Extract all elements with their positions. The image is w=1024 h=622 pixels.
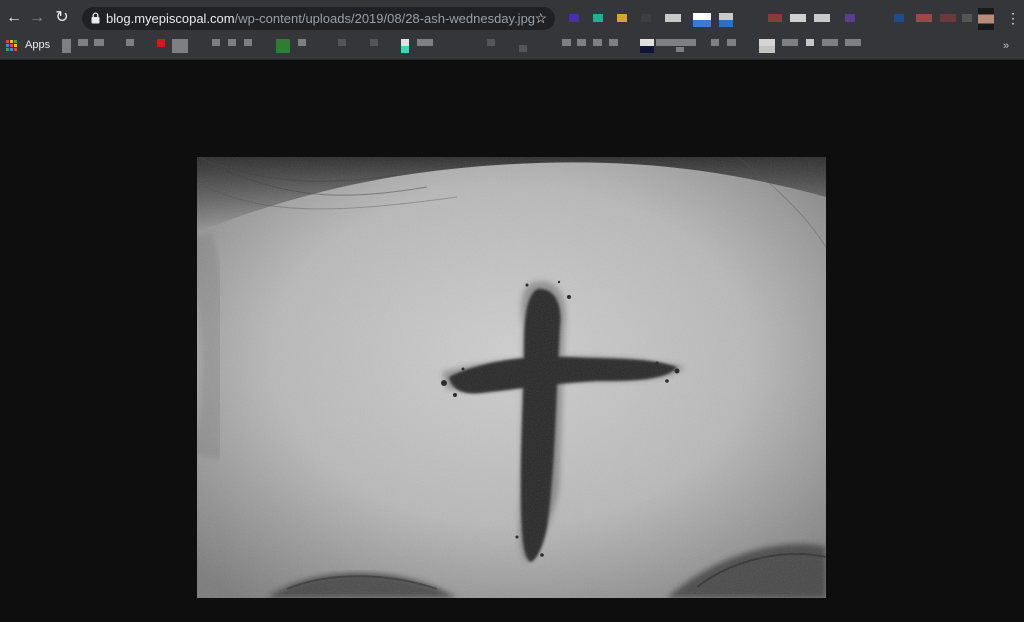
bookmarks-overflow-icon[interactable]: » <box>1003 40 1009 52</box>
extension-icon[interactable] <box>768 14 782 22</box>
extension-icon[interactable] <box>693 13 711 27</box>
bookmark-item[interactable] <box>822 39 838 46</box>
bookmark-item[interactable] <box>401 39 409 53</box>
bookmark-item[interactable] <box>806 39 814 46</box>
bookmark-item[interactable] <box>640 39 654 53</box>
bookmark-item[interactable] <box>276 39 290 53</box>
extension-icon[interactable] <box>940 14 956 22</box>
extension-icon[interactable] <box>894 14 904 22</box>
address-bar[interactable]: blog.myepiscopal.com/wp-content/uploads/… <box>82 7 555 30</box>
bookmark-item[interactable] <box>676 47 684 52</box>
extension-icon[interactable] <box>617 14 627 22</box>
bookmark-item[interactable] <box>711 39 719 46</box>
extension-icon[interactable] <box>814 14 830 22</box>
extension-icon[interactable] <box>916 14 932 22</box>
extension-icon[interactable] <box>665 14 681 22</box>
browser-toolbar: ← → ↻ blog.myepiscopal.com/wp-content/up… <box>0 0 1024 35</box>
bookmark-item[interactable] <box>298 39 306 46</box>
bookmark-item[interactable] <box>519 45 527 52</box>
extension-icon[interactable] <box>593 14 603 22</box>
bookmark-item[interactable] <box>845 39 861 46</box>
bookmark-item[interactable] <box>417 39 433 46</box>
url-path: /wp-content/uploads/2019/08/28-ash-wedne… <box>234 11 536 26</box>
bookmark-item[interactable] <box>593 39 602 46</box>
apps-grid-icon <box>6 39 17 51</box>
extension-icon[interactable] <box>790 14 806 22</box>
url-text[interactable]: blog.myepiscopal.com/wp-content/uploads/… <box>106 11 535 26</box>
bookmark-star-icon[interactable]: ☆ <box>534 10 547 27</box>
extension-icon[interactable] <box>845 14 855 22</box>
bookmark-item[interactable] <box>782 39 798 46</box>
bookmark-item[interactable] <box>759 39 775 53</box>
bookmark-item[interactable] <box>62 39 71 53</box>
bookmark-item[interactable] <box>370 39 378 46</box>
bookmark-item[interactable] <box>338 39 346 46</box>
bookmark-item[interactable] <box>609 39 618 46</box>
bookmark-item[interactable] <box>577 39 586 46</box>
profile-avatar-icon[interactable] <box>978 8 994 30</box>
apps-shortcut[interactable]: Apps <box>6 39 50 51</box>
bookmark-item[interactable] <box>244 39 252 46</box>
kebab-menu-icon[interactable]: ⋮ <box>1006 10 1020 26</box>
extension-icon[interactable] <box>719 13 733 27</box>
bookmark-item[interactable] <box>656 39 696 46</box>
url-host: blog.myepiscopal.com <box>106 11 235 26</box>
lock-icon <box>91 12 100 24</box>
extension-icon[interactable] <box>569 14 579 22</box>
extension-icon[interactable] <box>962 14 972 22</box>
bookmarks-bar: Apps » <box>0 35 1024 60</box>
bookmark-item[interactable] <box>94 39 104 46</box>
bookmark-item[interactable] <box>727 39 736 46</box>
bookmark-item[interactable] <box>157 39 165 47</box>
bookmark-item[interactable] <box>126 39 134 46</box>
back-arrow-icon[interactable]: ← <box>4 8 24 28</box>
bookmark-item[interactable] <box>487 39 495 46</box>
forward-arrow-icon[interactable]: → <box>27 8 47 28</box>
apps-label: Apps <box>25 39 51 51</box>
ash-cross-forehead-photo <box>197 157 826 598</box>
bookmark-item[interactable] <box>172 39 188 53</box>
bookmark-item[interactable] <box>562 39 571 46</box>
bookmark-item[interactable] <box>78 39 88 46</box>
bookmark-item[interactable] <box>228 39 236 46</box>
bookmark-item[interactable] <box>212 39 220 46</box>
extension-icon[interactable] <box>641 14 651 22</box>
reload-icon[interactable]: ↻ <box>52 8 72 28</box>
